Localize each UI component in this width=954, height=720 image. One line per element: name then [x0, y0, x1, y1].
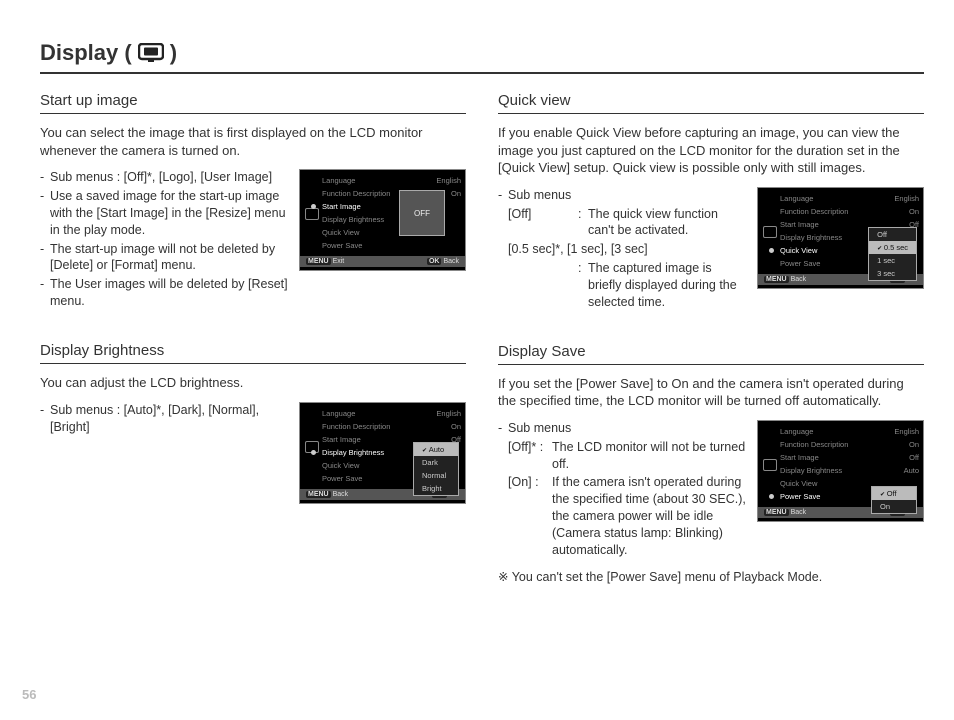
intro-quick-view: If you enable Quick View before capturin…	[498, 124, 924, 177]
camera-menu-thumb-brightness: LanguageEnglish Function DescriptionOn S…	[299, 402, 466, 504]
camera-menu-thumb-startup: LanguageEnglish Function DescriptionOn S…	[299, 169, 466, 271]
bullet: -Use a saved image for the start-up imag…	[40, 188, 289, 239]
popup-powersave: Off On	[871, 486, 917, 514]
heading-quick-view: Quick view	[498, 92, 924, 114]
option: :The captured image is briefly displayed…	[508, 260, 747, 311]
intro-startup-image: You can select the image that is first d…	[40, 124, 466, 159]
section-display-save: Display Save If you set the [Power Save]…	[498, 343, 924, 584]
heading-startup-image: Start up image	[40, 92, 466, 114]
bullet: -Sub menus	[498, 420, 747, 437]
page-number: 56	[22, 687, 36, 702]
intro-display-save: If you set the [Power Save] to On and th…	[498, 375, 924, 410]
section-display-brightness: Display Brightness You can adjust the LC…	[40, 342, 466, 504]
option: [Off]:The quick view function can't be a…	[508, 206, 747, 240]
section-startup-image: Start up image You can select the image …	[40, 92, 466, 312]
camera-menu-thumb-powersave: LanguageEnglish Function DescriptionOn S…	[757, 420, 924, 522]
option: [Off]* :The LCD monitor will not be turn…	[508, 439, 747, 473]
title-suffix: )	[170, 40, 177, 66]
title-prefix: Display (	[40, 40, 132, 66]
option: [On] :If the camera isn't operated durin…	[508, 474, 747, 558]
bullet: -Sub menus	[498, 187, 747, 204]
intro-display-brightness: You can adjust the LCD brightness.	[40, 374, 466, 392]
popup-brightness: Auto Dark Normal Bright	[413, 442, 459, 496]
menu-footer: MENU Exit OK Back	[300, 256, 465, 267]
page-title: Display ( )	[40, 40, 924, 74]
camera-menu-thumb-quickview: LanguageEnglish Function DescriptionOn S…	[757, 187, 924, 289]
bullet: -The start-up image will not be deleted …	[40, 241, 289, 275]
bullet: -Sub menus : [Off]*, [Logo], [User Image…	[40, 169, 289, 186]
popup-quickview: Off 0.5 sec 1 sec 3 sec	[868, 227, 917, 281]
note-power-save: You can't set the [Power Save] menu of P…	[498, 569, 924, 584]
display-icon	[763, 226, 777, 238]
display-icon	[763, 459, 777, 471]
heading-display-save: Display Save	[498, 343, 924, 365]
heading-display-brightness: Display Brightness	[40, 342, 466, 364]
popup-off: OFF	[399, 190, 445, 236]
section-quick-view: Quick view If you enable Quick View befo…	[498, 92, 924, 313]
display-icon	[138, 43, 164, 63]
display-icon	[305, 208, 319, 220]
bullet: -Sub menus : [Auto]*, [Dark], [Normal], …	[40, 402, 289, 436]
option: [0.5 sec]*, [1 sec], [3 sec]	[508, 241, 747, 258]
bullet: -The User images will be deleted by [Res…	[40, 276, 289, 310]
